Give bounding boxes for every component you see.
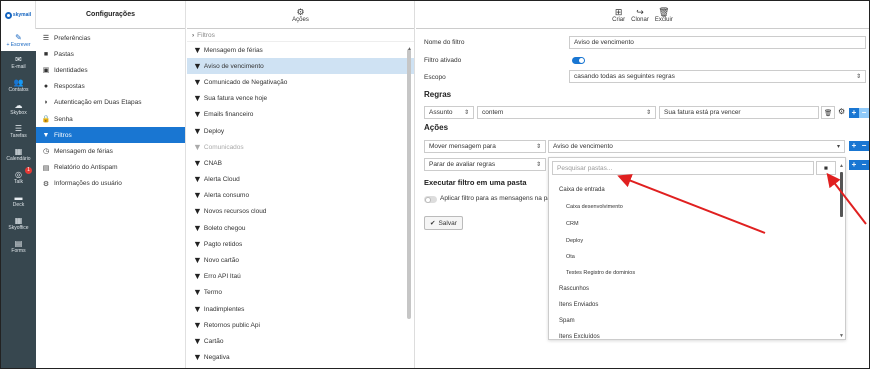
annotation-arrows bbox=[617, 172, 867, 234]
annotation-arrow-folder-button bbox=[826, 172, 867, 225]
annotation-arrow-search bbox=[617, 174, 766, 234]
